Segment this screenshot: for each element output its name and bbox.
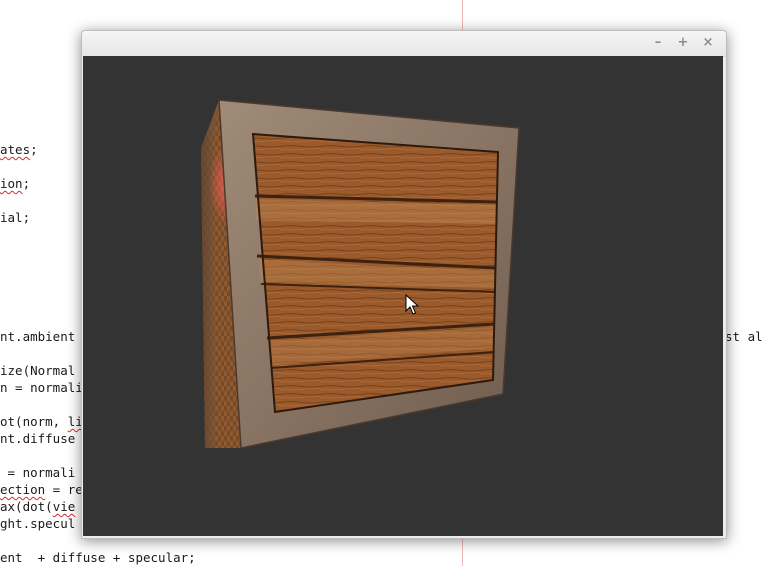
window-titlebar[interactable]: – + × <box>82 31 726 57</box>
code-line: ght.specul <box>0 516 76 531</box>
code-line: = normali <box>0 465 76 480</box>
code-line: nt.ambient <box>0 329 76 344</box>
rendered-crate <box>201 99 520 449</box>
close-button[interactable]: × <box>701 36 715 50</box>
minimize-button[interactable]: – <box>651 36 665 50</box>
code-line: ize(Normal <box>0 363 76 378</box>
mouse-pointer-icon <box>405 294 419 315</box>
code-line: ates; <box>0 142 38 157</box>
code-line: ent + diffuse + specular; <box>0 550 196 565</box>
code-line: ion; <box>0 176 31 191</box>
code-line: ax(dot(vie <box>0 499 76 514</box>
opengl-window[interactable]: – + × <box>81 30 727 539</box>
code-line: ot(norm, li <box>0 414 83 429</box>
code-line: ial; <box>0 210 31 225</box>
code-line: nt.diffuse <box>0 431 76 446</box>
maximize-button[interactable]: + <box>676 36 690 50</box>
code-line: n = normali <box>0 380 83 395</box>
render-viewport[interactable] <box>83 56 723 536</box>
code-line-fragment: st al <box>725 329 763 344</box>
code-line: ection = re <box>0 482 83 497</box>
